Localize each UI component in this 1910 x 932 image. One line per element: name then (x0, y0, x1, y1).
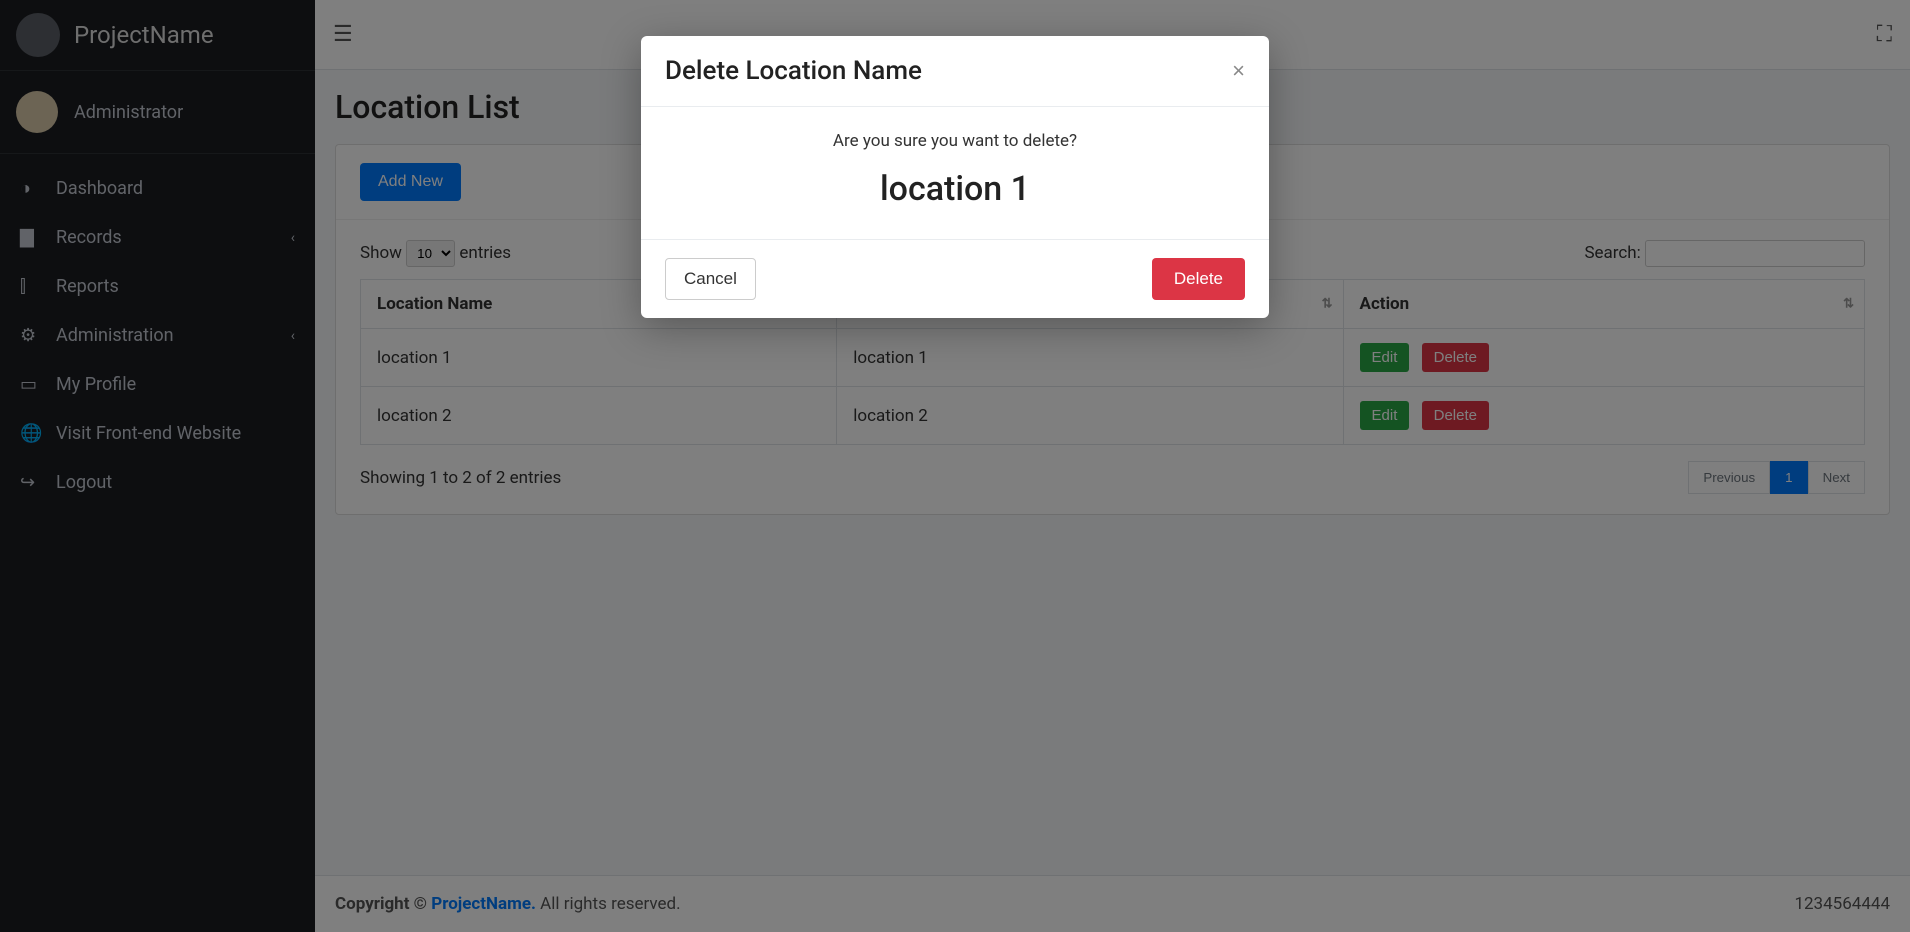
modal-header: Delete Location Name × (641, 36, 1269, 107)
modal-entity: location 1 (665, 169, 1245, 209)
close-icon[interactable]: × (1232, 58, 1245, 84)
confirm-delete-button[interactable]: Delete (1152, 258, 1245, 300)
modal-confirm-text: Are you sure you want to delete? (665, 131, 1245, 151)
cancel-button[interactable]: Cancel (665, 258, 756, 300)
modal-footer: Cancel Delete (641, 239, 1269, 318)
modal-body: Are you sure you want to delete? locatio… (641, 107, 1269, 239)
modal-title: Delete Location Name (665, 56, 922, 86)
delete-modal: Delete Location Name × Are you sure you … (641, 36, 1269, 318)
